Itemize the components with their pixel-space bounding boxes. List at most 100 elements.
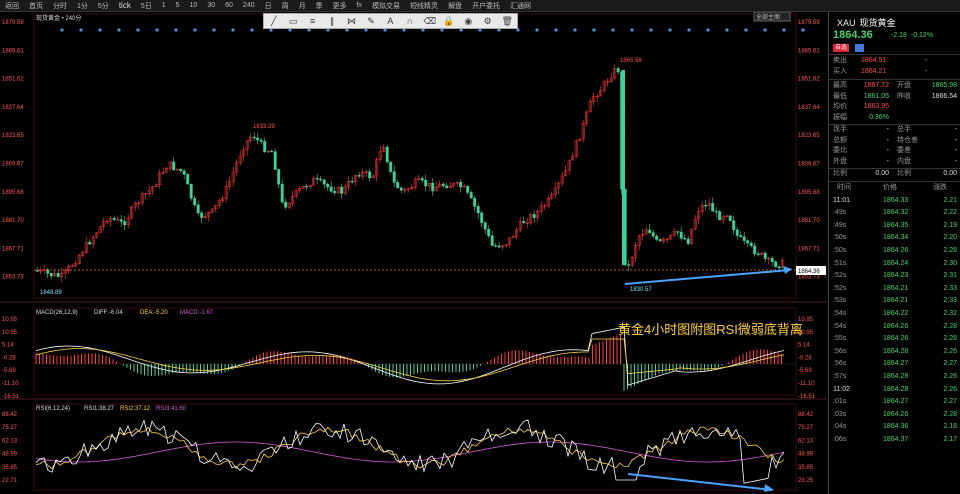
tick-price: 1864.22 (883, 309, 909, 317)
event-dot[interactable] (630, 28, 634, 32)
event-dot[interactable] (155, 28, 159, 32)
event-dot[interactable] (744, 28, 748, 32)
candle-body (683, 237, 687, 240)
channel-icon[interactable]: ∥ (326, 16, 338, 27)
stat-value: 1863.95 (863, 103, 889, 110)
menu-item-7[interactable]: 1 (157, 2, 171, 9)
line-icon[interactable]: ╱ (268, 16, 280, 27)
tick-row: :49s 1864.35 2.19 (833, 220, 957, 233)
event-dot[interactable] (801, 28, 805, 32)
alert-icon[interactable] (855, 44, 864, 52)
tick-time: :51s (833, 259, 847, 267)
eraser-icon[interactable]: ⌫ (423, 16, 436, 27)
event-dot[interactable] (649, 28, 653, 32)
main-y-label-left: 1851.62 (2, 77, 24, 83)
menu-item-15[interactable]: 月 (294, 1, 311, 11)
menu-item-10[interactable]: 30 (202, 2, 220, 9)
candle-body (676, 231, 680, 233)
menu-item-5[interactable]: tick (114, 1, 136, 10)
event-dot[interactable] (60, 28, 64, 32)
menu-item-2[interactable]: 分时 (48, 1, 72, 11)
event-dot[interactable] (231, 28, 235, 32)
text-icon[interactable]: A (384, 16, 396, 26)
quote-panel: XAU 现货黄金 1864.36 -2.18 -0.12% 自选 卖出 1864.5… (828, 12, 960, 494)
menu-item-12[interactable]: 240 (238, 2, 260, 9)
event-dot[interactable] (687, 28, 691, 32)
menu-item-4[interactable]: 5分 (93, 1, 114, 11)
drawing-toolbar[interactable]: ╱ ▭ ≡ ∥ ⋈ ✎ A ∩ ⌫ 🔒 ◉ ⚙ 🗑 (263, 13, 518, 29)
menu-item-21[interactable]: 解盘 (443, 1, 467, 11)
event-dot[interactable] (136, 28, 140, 32)
main-y-label-right: 1853.73 (798, 275, 820, 281)
lock-icon[interactable]: 🔒 (443, 16, 455, 27)
tick-price: 1864.34 (883, 234, 909, 242)
watchlist-button[interactable]: 自选 (833, 44, 850, 52)
pen-icon[interactable]: ✎ (365, 16, 377, 27)
pattern-icon[interactable]: ⋈ (346, 16, 358, 27)
menu-item-23[interactable]: 汇通网 (505, 1, 536, 11)
menu-item-11[interactable]: 60 (220, 2, 238, 9)
rsi-y-label-left: 35.85 (2, 465, 18, 471)
menu-item-13[interactable]: 日 (260, 1, 277, 11)
stat-value: - (886, 136, 889, 144)
menu-item-1[interactable]: 首页 (24, 1, 48, 11)
event-dot[interactable] (117, 28, 121, 32)
macd-y-label-right: -11.10 (798, 381, 815, 387)
candle-body (259, 139, 263, 142)
candle-body (326, 183, 330, 188)
event-dot[interactable] (782, 28, 786, 32)
event-dot[interactable] (725, 28, 729, 32)
tick-time: :53s (833, 297, 847, 305)
tick-row: :52s 1864.21 2.33 (833, 283, 957, 296)
rsi-y-label-right: 62.13 (798, 438, 814, 444)
menu-item-14[interactable]: 周 (277, 1, 294, 11)
main-panel-frame (33, 13, 797, 299)
tick-change: 2.32 (943, 309, 957, 317)
event-dot[interactable] (79, 28, 83, 32)
event-dot[interactable] (592, 28, 596, 32)
event-dot[interactable] (763, 28, 767, 32)
event-dot[interactable] (554, 28, 558, 32)
rect-icon[interactable]: ▭ (287, 16, 299, 27)
menu-item-9[interactable]: 10 (185, 2, 203, 9)
event-dot[interactable] (668, 28, 672, 32)
tick-row: :50s 1864.26 2.28 (833, 245, 957, 258)
candle-body (679, 231, 683, 239)
menu-item-20[interactable]: 短线精灵 (405, 1, 443, 11)
menu-item-17[interactable]: 更多 (328, 1, 352, 11)
settings-icon[interactable]: ⚙ (482, 16, 494, 27)
menu-item-8[interactable]: 5 (171, 2, 185, 9)
event-dot[interactable] (706, 28, 710, 32)
event-dot[interactable] (250, 28, 254, 32)
menu-item-22[interactable]: 开户委托 (467, 1, 505, 11)
chart-svg[interactable]: 现货黄金 • 240分 全部主图 1879.59 1879.59 1865.61 1865… (0, 11, 827, 494)
event-dot[interactable] (535, 28, 539, 32)
rsi-y-label-right: 48.99 (798, 452, 814, 458)
chart-area[interactable]: 现货黄金 • 240分 全部主图 1879.59 1879.59 1865.61 1865… (0, 11, 827, 494)
fib-icon[interactable]: ≡ (307, 16, 319, 26)
event-dot[interactable] (193, 28, 197, 32)
candle-body (658, 239, 662, 242)
bidask-value: 1864.51 (861, 57, 887, 64)
magnet-icon[interactable]: ∩ (404, 16, 416, 26)
price-change: -2.18 -0.12% (891, 32, 934, 39)
event-dot[interactable] (212, 28, 216, 32)
menu-item-16[interactable]: 季 (311, 1, 328, 11)
rsi-y-label-left: 62.13 (2, 438, 18, 444)
macd-y-label-left: -11.10 (2, 381, 19, 387)
event-dot[interactable] (174, 28, 178, 32)
tick-change: 2.26 (943, 385, 957, 393)
divider (829, 180, 960, 182)
trash-icon[interactable]: 🗑 (501, 16, 513, 27)
menu-item-6[interactable]: 5日 (136, 1, 157, 11)
menu-item-0[interactable]: 返回 (0, 1, 24, 11)
candle-body (622, 70, 625, 265)
menu-item-3[interactable]: 1分 (72, 1, 93, 11)
event-dot[interactable] (611, 28, 615, 32)
menu-item-19[interactable]: 模拟交易 (367, 1, 405, 11)
tick-row: :56s 1864.28 2.26 (833, 346, 957, 359)
eye-icon[interactable]: ◉ (462, 16, 474, 27)
event-dot[interactable] (98, 28, 102, 32)
menu-item-18[interactable]: fx (352, 2, 367, 9)
event-dot[interactable] (573, 28, 577, 32)
